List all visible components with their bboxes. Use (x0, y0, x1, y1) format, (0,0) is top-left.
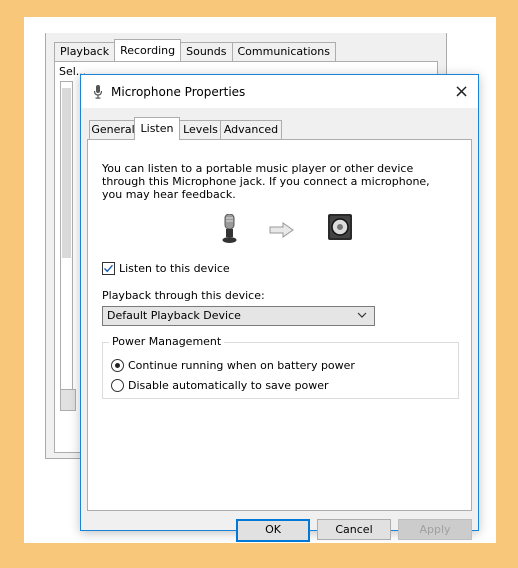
tab-recording[interactable]: Recording (114, 39, 182, 61)
dialog-title: Microphone Properties (111, 85, 246, 99)
tab-communications[interactable]: Communications (231, 42, 336, 61)
close-button[interactable]: × (445, 75, 478, 108)
listen-checkbox-label: Listen to this device (119, 262, 230, 275)
arrow-right-icon (269, 222, 294, 238)
device-list[interactable] (60, 81, 73, 403)
listen-checkbox[interactable] (102, 262, 115, 275)
continue-running-option[interactable]: Continue running when on battery power (111, 359, 355, 372)
checkmark-icon (104, 264, 114, 273)
playback-device-value: Default Playback Device (107, 309, 241, 322)
configure-button[interactable] (60, 389, 76, 411)
disable-automatically-option[interactable]: Disable automatically to save power (111, 379, 329, 392)
listen-description: You can listen to a portable music playe… (102, 162, 430, 201)
ok-button[interactable]: OK (236, 519, 310, 542)
tab-playback[interactable]: Playback (54, 42, 116, 61)
listen-panel: You can listen to a portable music playe… (87, 139, 472, 511)
playback-device-select[interactable]: Default Playback Device (102, 306, 375, 326)
chevron-down-icon (357, 312, 367, 318)
cancel-button[interactable]: Cancel (317, 519, 391, 540)
microphone-properties-dialog: Microphone Properties × General Listen L… (80, 74, 479, 542)
playback-label: Playback through this device: (102, 289, 265, 302)
tab-general[interactable]: General (89, 120, 137, 139)
tab-sounds[interactable]: Sounds (180, 42, 233, 61)
continue-running-label: Continue running when on battery power (128, 359, 355, 372)
listen-to-device-option[interactable]: Listen to this device (102, 262, 230, 275)
selected-device-row[interactable] (62, 88, 71, 258)
power-management-title: Power Management (109, 335, 225, 348)
disable-automatically-label: Disable automatically to save power (128, 379, 329, 392)
tab-levels[interactable]: Levels (178, 120, 223, 139)
screenshot-stage: Playback Recording Sounds Communications… (24, 17, 496, 543)
sound-tabs: Playback Recording Sounds Communications (54, 39, 336, 62)
power-management-group: Power Management Continue running when o… (102, 335, 459, 399)
speaker-icon (328, 214, 352, 240)
tab-advanced[interactable]: Advanced (220, 120, 282, 139)
disable-automatically-radio[interactable] (111, 379, 124, 392)
apply-button[interactable]: Apply (398, 519, 472, 540)
tab-listen[interactable]: Listen (134, 117, 180, 140)
title-bar[interactable]: Microphone Properties × (81, 75, 478, 108)
microphone-icon (93, 85, 103, 99)
microphone-device-icon (222, 214, 237, 243)
continue-running-radio[interactable] (111, 359, 124, 372)
